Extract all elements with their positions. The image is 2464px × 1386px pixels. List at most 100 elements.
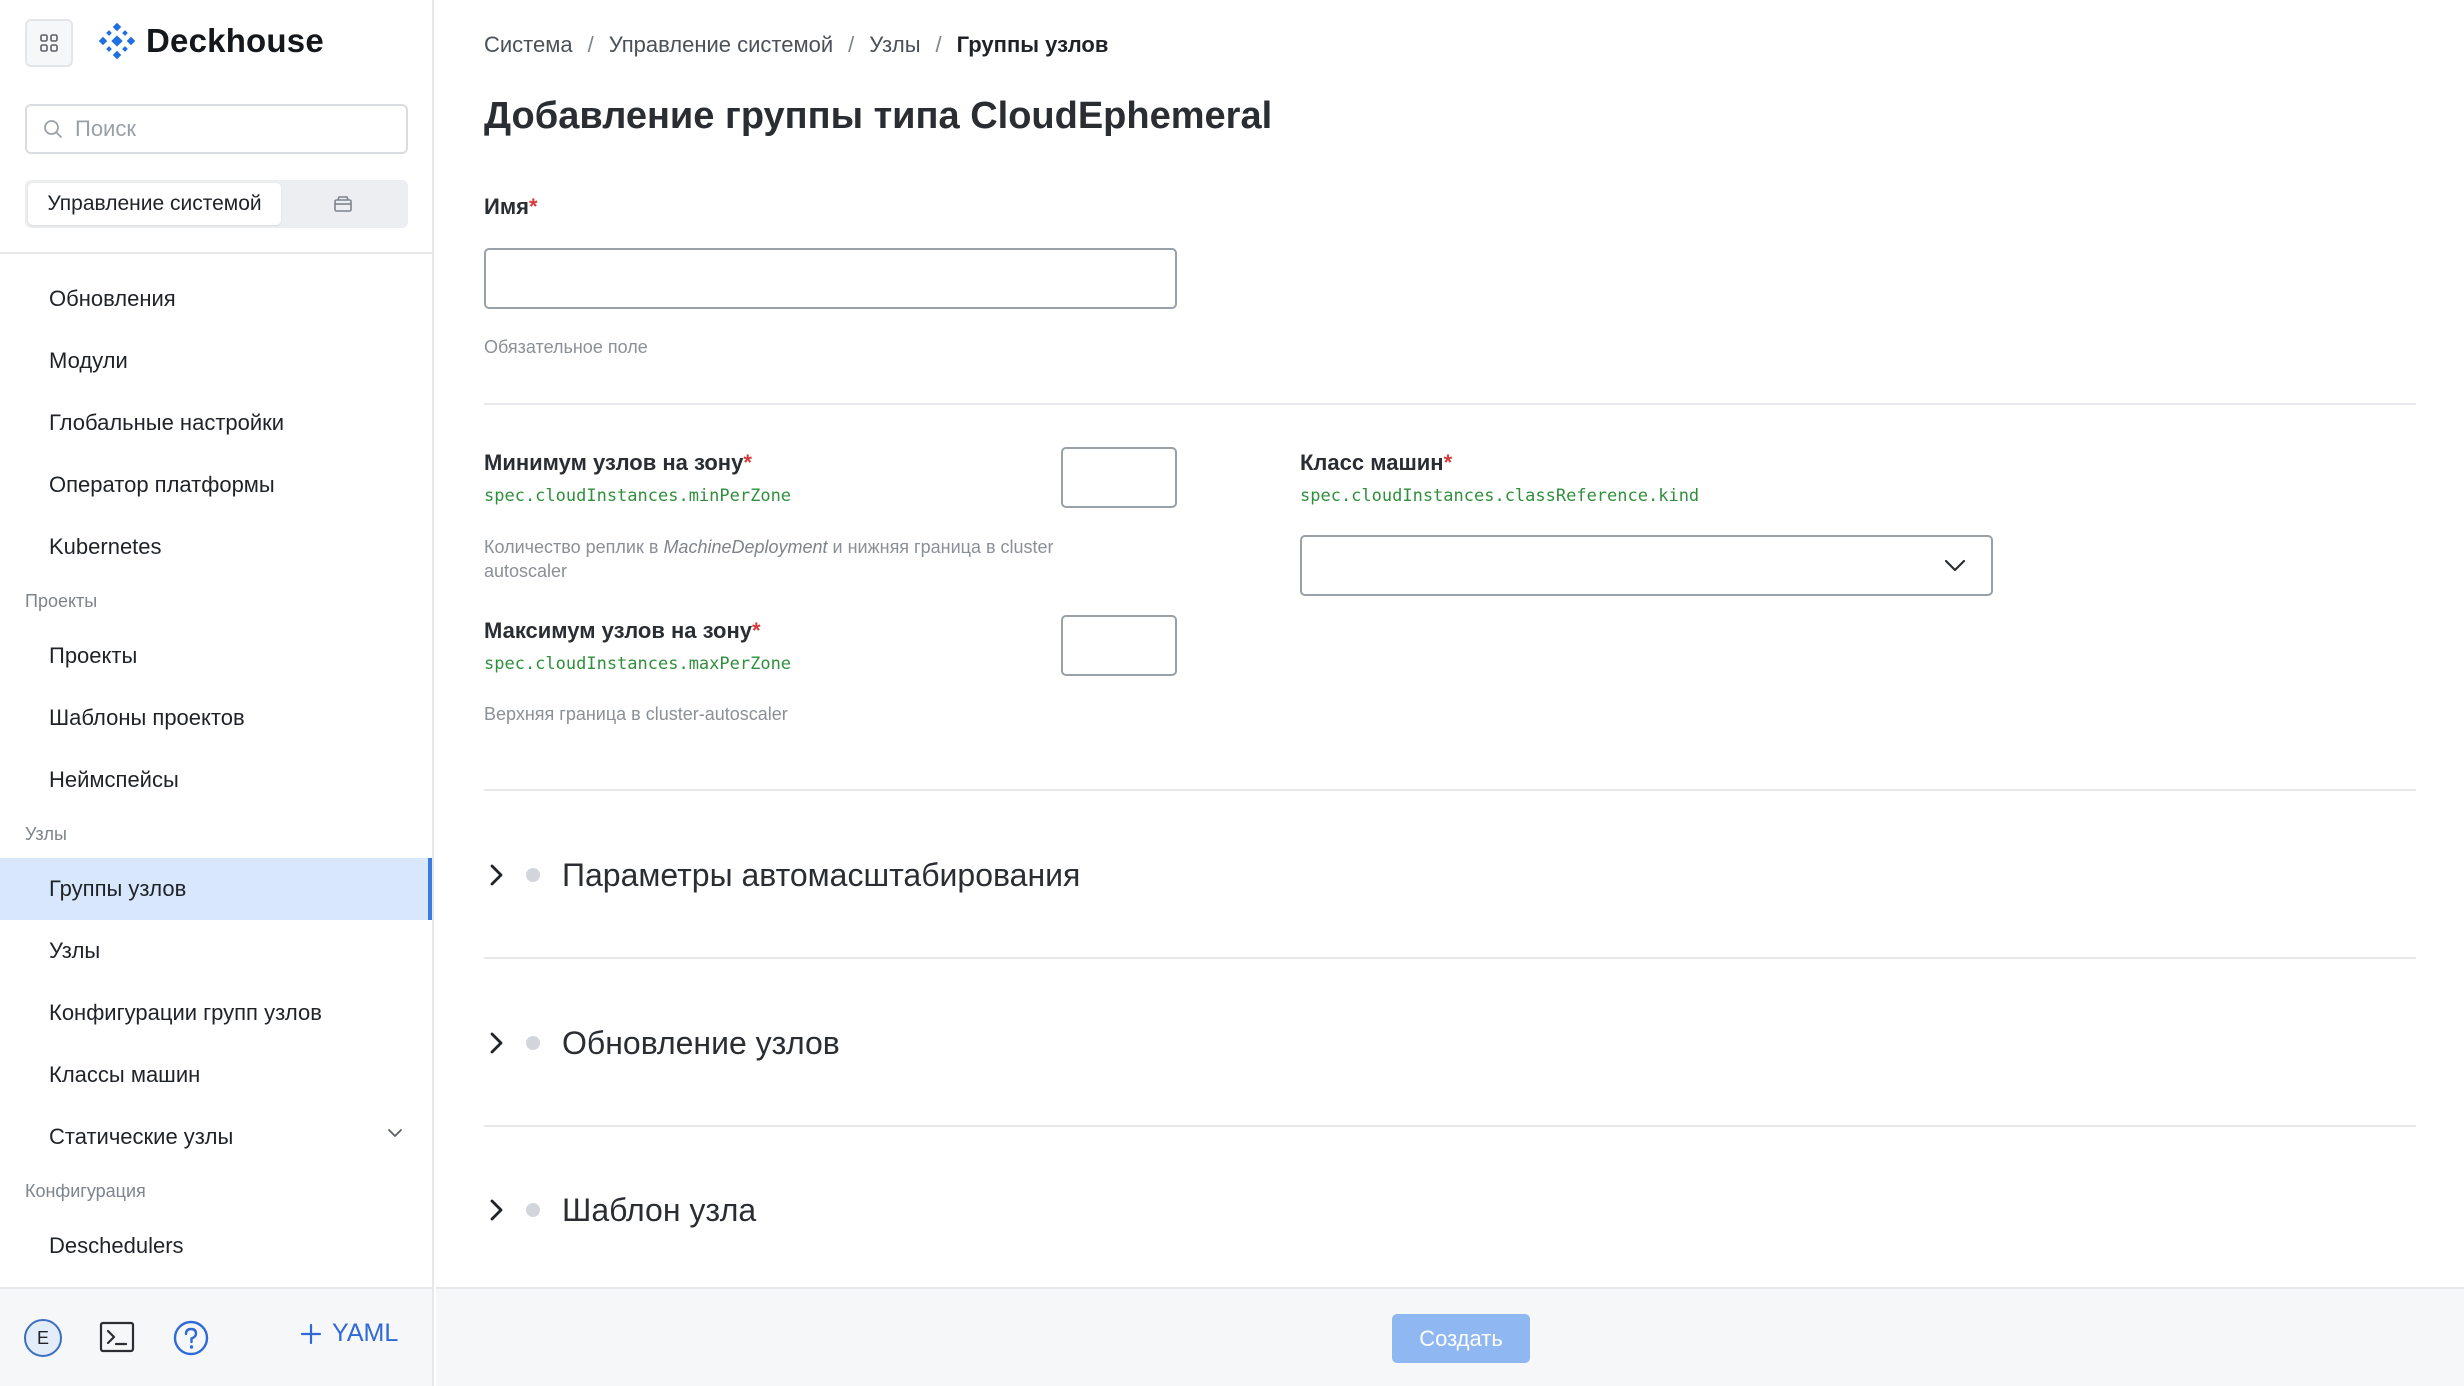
breadcrumb-separator: / bbox=[587, 32, 594, 57]
search-icon bbox=[44, 120, 62, 138]
sidebar-item-machine-classes[interactable]: Классы машин bbox=[0, 1044, 432, 1106]
sidebar-item-label: Глобальные настройки bbox=[49, 410, 285, 435]
name-input[interactable] bbox=[484, 248, 1177, 309]
min-per-zone-label-text: Минимум узлов на зону bbox=[484, 450, 744, 475]
min-per-zone-label: Минимум узлов на зону* bbox=[484, 450, 752, 476]
sidebar-item-label: Kubernetes bbox=[49, 534, 162, 559]
sidebar-item-node-group-configurations[interactable]: Конфигурации групп узлов bbox=[0, 982, 432, 1044]
min-per-zone-input[interactable] bbox=[1061, 447, 1177, 508]
sidebar: Deckhouse Управление системой Обновления… bbox=[0, 0, 434, 1386]
sidebar-section-nodes: Узлы bbox=[25, 824, 67, 844]
chevron-right-icon bbox=[484, 1197, 508, 1223]
required-mark: * bbox=[743, 450, 752, 475]
sidebar-item-kubernetes[interactable]: Kubernetes bbox=[0, 516, 432, 578]
sidebar-item-updates[interactable]: Обновления bbox=[0, 268, 432, 330]
max-per-zone-hint: Верхняя граница в cluster-autoscaler bbox=[484, 704, 788, 724]
section-title: Шаблон узла bbox=[562, 1191, 757, 1228]
divider bbox=[484, 1125, 2416, 1127]
section-autoscaling[interactable]: Параметры автомасштабирования bbox=[484, 845, 1080, 905]
sidebar-footer: E YAML bbox=[0, 1287, 432, 1386]
avatar[interactable]: E bbox=[24, 1319, 62, 1357]
max-per-zone-label: Максимум узлов на зону* bbox=[484, 618, 761, 644]
apps-menu-button[interactable] bbox=[25, 19, 73, 67]
breadcrumb-separator: / bbox=[935, 32, 942, 57]
machine-class-path: spec.cloudInstances.classReference.kind bbox=[1300, 486, 1700, 506]
context-system-management[interactable]: Управление системой bbox=[28, 183, 281, 225]
sidebar-item-label: Неймспейсы bbox=[49, 767, 179, 792]
status-dot bbox=[526, 1036, 540, 1050]
deckhouse-logo-icon bbox=[98, 22, 136, 60]
app-name: Deckhouse bbox=[146, 22, 324, 59]
chevron-down-icon bbox=[1944, 559, 1966, 572]
search-box[interactable] bbox=[25, 104, 408, 154]
sidebar-item-global-settings[interactable]: Глобальные настройки bbox=[0, 392, 432, 454]
breadcrumb-separator: / bbox=[848, 32, 855, 57]
machine-class-select[interactable] bbox=[1300, 535, 1993, 596]
help-icon[interactable] bbox=[172, 1319, 210, 1357]
sidebar-item-projects[interactable]: Проекты bbox=[0, 625, 432, 687]
app-logo[interactable]: Deckhouse bbox=[98, 22, 324, 60]
box-icon bbox=[334, 196, 352, 212]
max-per-zone-path: spec.cloudInstances.maxPerZone bbox=[484, 654, 792, 674]
status-dot bbox=[526, 1203, 540, 1217]
sidebar-item-label: Шаблоны проектов bbox=[49, 705, 245, 730]
context-switch: Управление системой bbox=[25, 180, 408, 228]
grid-icon bbox=[40, 34, 58, 52]
section-node-updates[interactable]: Обновление узлов bbox=[484, 1013, 840, 1073]
sidebar-item-platform-operator[interactable]: Оператор платформы bbox=[0, 454, 432, 516]
sidebar-item-label: Проекты bbox=[49, 643, 138, 668]
context-projects[interactable] bbox=[281, 183, 405, 225]
chevron-down-icon[interactable] bbox=[386, 1127, 404, 1139]
machine-class-label: Класс машин* bbox=[1300, 450, 1452, 476]
divider bbox=[484, 957, 2416, 959]
required-mark: * bbox=[528, 194, 538, 219]
sidebar-item-static-nodes[interactable]: Статические узлы bbox=[0, 1106, 432, 1168]
section-title: Обновление узлов bbox=[562, 1024, 840, 1061]
breadcrumb-system-management[interactable]: Управление системой bbox=[609, 32, 833, 58]
required-mark: * bbox=[751, 618, 761, 643]
section-node-template[interactable]: Шаблон узла bbox=[484, 1180, 756, 1240]
sidebar-divider bbox=[0, 252, 432, 254]
required-mark: * bbox=[1443, 450, 1453, 475]
machine-class-label-text: Класс машин bbox=[1300, 450, 1444, 475]
divider bbox=[484, 789, 2416, 791]
add-yaml-label: YAML bbox=[332, 1319, 399, 1347]
sidebar-item-node-groups[interactable]: Группы узлов bbox=[0, 858, 432, 920]
sidebar-item-namespaces[interactable]: Неймспейсы bbox=[0, 749, 432, 811]
section-title: Параметры автомасштабирования bbox=[562, 856, 1081, 893]
sidebar-item-nodes[interactable]: Узлы bbox=[0, 920, 432, 982]
sidebar-item-label: Узлы bbox=[49, 938, 101, 963]
sidebar-item-label: Модули bbox=[49, 348, 128, 373]
sidebar-item-label: Обновления bbox=[49, 286, 176, 311]
name-hint: Обязательное поле bbox=[484, 337, 648, 357]
breadcrumb-system[interactable]: Система bbox=[484, 32, 573, 58]
min-per-zone-path: spec.cloudInstances.minPerZone bbox=[484, 486, 792, 506]
breadcrumb: Система / Управление системой / Узлы / Г… bbox=[484, 32, 1108, 58]
terminal-icon[interactable] bbox=[99, 1320, 135, 1354]
breadcrumb-nodes[interactable]: Узлы bbox=[869, 32, 920, 58]
sidebar-item-label: Оператор платформы bbox=[49, 472, 275, 497]
action-bar: Создать bbox=[436, 1287, 2464, 1386]
sidebar-item-modules[interactable]: Модули bbox=[0, 330, 432, 392]
main-content: Система / Управление системой / Узлы / Г… bbox=[436, 0, 2464, 1386]
chevron-right-icon bbox=[484, 1030, 508, 1056]
plus-icon bbox=[300, 1323, 322, 1344]
sidebar-item-label: Статические узлы bbox=[49, 1124, 234, 1149]
sidebar-item-project-templates[interactable]: Шаблоны проектов bbox=[0, 687, 432, 749]
add-yaml-button[interactable]: YAML bbox=[300, 1319, 398, 1348]
min-per-zone-hint: Количество реплик в MachineDeployment и … bbox=[484, 535, 1054, 583]
sidebar-item-deschedulers[interactable]: Deschedulers bbox=[0, 1215, 432, 1277]
name-label-text: Имя bbox=[484, 194, 529, 219]
chevron-right-icon bbox=[484, 862, 508, 888]
sidebar-item-label: Классы машин bbox=[49, 1062, 201, 1087]
sidebar-item-label: Конфигурации групп узлов bbox=[49, 1000, 322, 1025]
page-title: Добавление группы типа CloudEphemeral bbox=[484, 95, 1273, 137]
search-input[interactable] bbox=[75, 116, 375, 142]
min-per-zone-hint-term: MachineDeployment bbox=[663, 537, 828, 557]
sidebar-item-label: Deschedulers bbox=[49, 1233, 184, 1258]
sidebar-header: Deckhouse bbox=[0, 0, 432, 86]
create-button[interactable]: Создать bbox=[1392, 1314, 1530, 1363]
sidebar-nav: Обновления Модули Глобальные настройки О… bbox=[0, 268, 432, 1277]
max-per-zone-input[interactable] bbox=[1061, 615, 1177, 676]
sidebar-section-projects: Проекты bbox=[25, 591, 98, 611]
